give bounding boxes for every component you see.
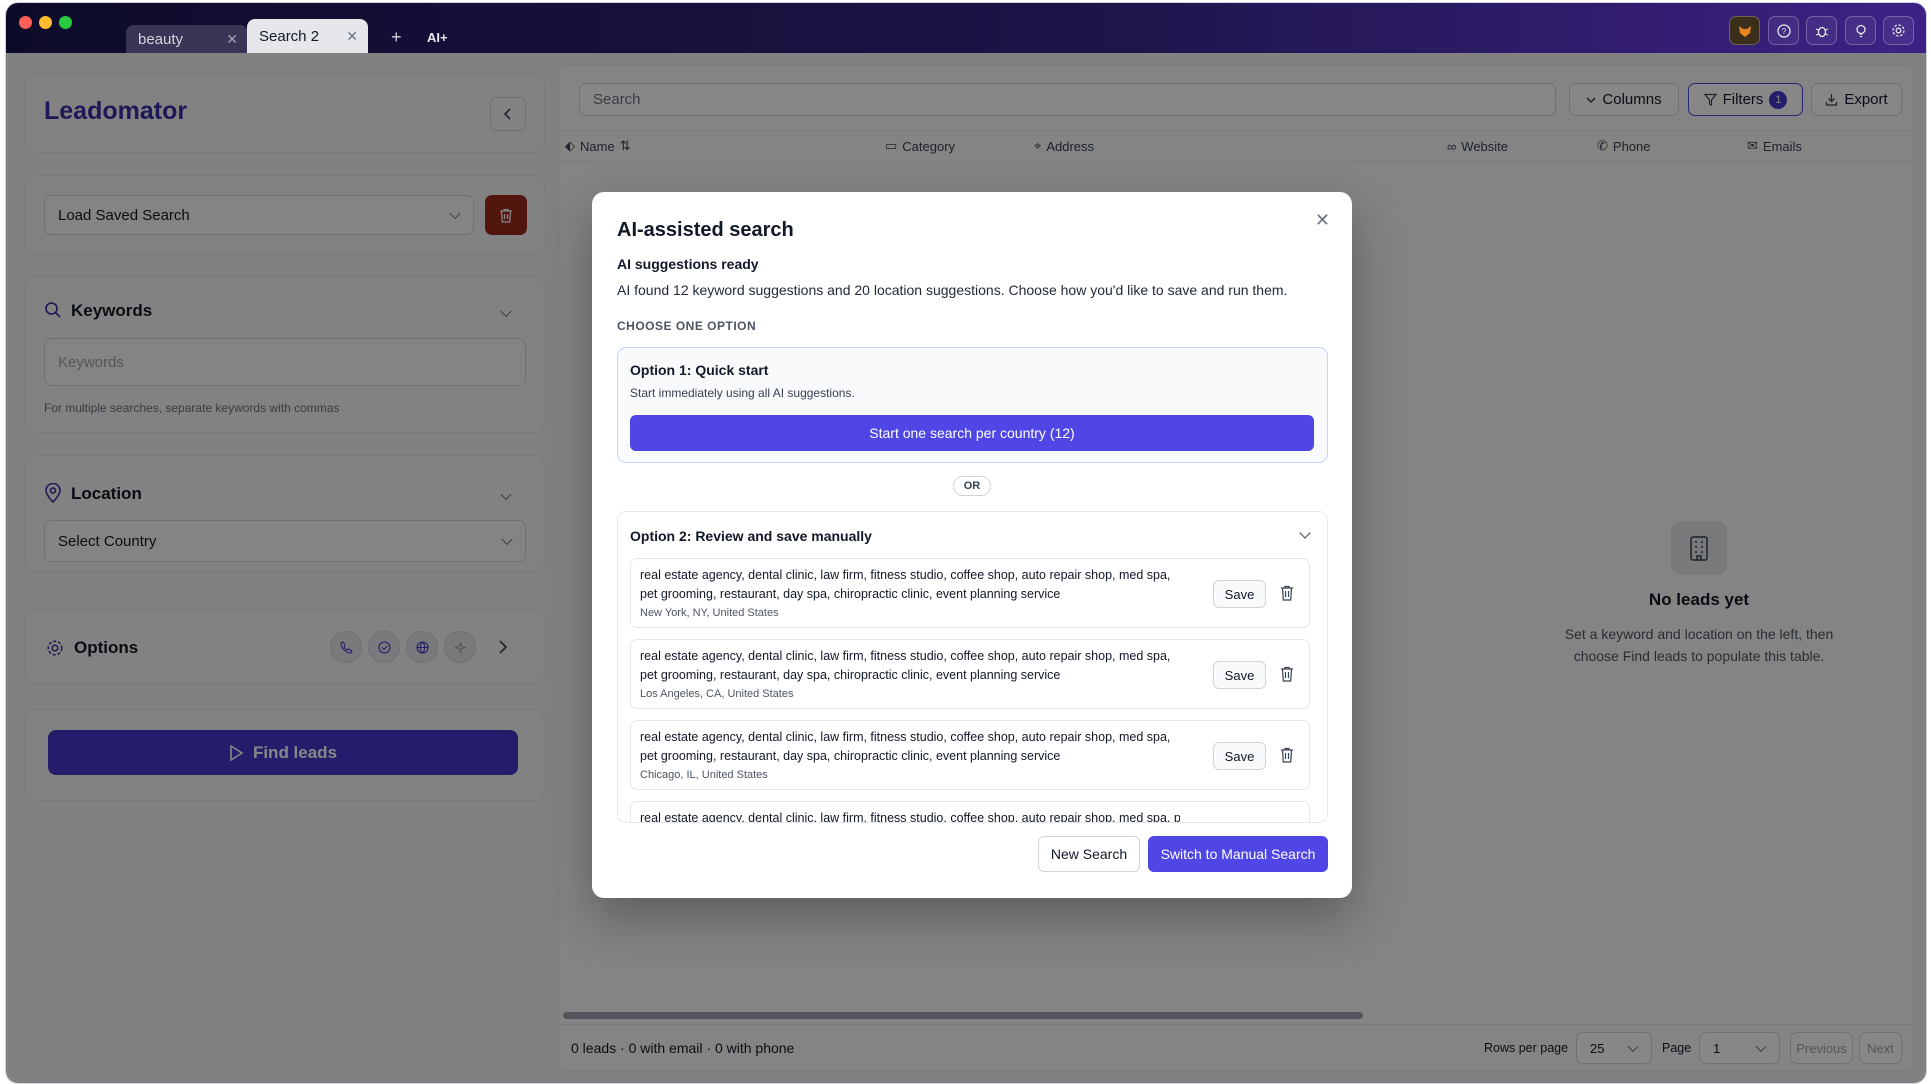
suggestion-item: real estate agency, dental clinic, law f… (630, 639, 1310, 709)
suggestion-keywords: real estate agency, dental clinic, law f… (640, 811, 1180, 823)
close-icon[interactable]: ✕ (1315, 210, 1330, 231)
trash-icon[interactable] (1280, 666, 1294, 682)
save-suggestion-button[interactable]: Save (1213, 580, 1266, 608)
tab-label: Search 2 (259, 27, 320, 45)
close-window-button[interactable] (19, 16, 32, 29)
modal-title: AI-assisted search (617, 219, 794, 241)
suggestion-item: real estate agency, dental clinic, law f… (630, 558, 1310, 628)
svg-text:?: ? (1781, 27, 1786, 36)
save-suggestion-button[interactable]: Save (1213, 661, 1266, 689)
ai-plus-button[interactable]: AI+ (427, 30, 448, 45)
suggestion-item: real estate agency, dental clinic, law f… (630, 720, 1310, 790)
bug-icon[interactable] (1806, 16, 1837, 45)
modal-description: AI found 12 keyword suggestions and 20 l… (617, 282, 1288, 298)
or-divider: OR (953, 476, 991, 496)
title-bar: beauty ✕ Search 2 ✕ + AI+ ? (6, 3, 1926, 53)
new-tab-icon[interactable]: + (391, 27, 402, 48)
suggestion-location: Chicago, IL, United States (640, 769, 768, 781)
option1-subtitle: Start immediately using all AI suggestio… (630, 386, 855, 400)
trash-icon[interactable] (1280, 747, 1294, 763)
switch-to-manual-search-button[interactable]: Switch to Manual Search (1148, 836, 1328, 872)
modal-subtitle: AI suggestions ready (617, 256, 759, 272)
minimize-window-button[interactable] (39, 16, 52, 29)
chevron-down-icon[interactable] (1299, 527, 1311, 539)
choose-option-label: CHOOSE ONE OPTION (617, 319, 757, 333)
suggestion-keywords: real estate agency, dental clinic, law f… (640, 568, 1171, 601)
settings-icon[interactable] (1883, 16, 1914, 45)
tab-beauty[interactable]: beauty ✕ (126, 25, 248, 53)
option2-title: Option 2: Review and save manually (630, 528, 872, 544)
app-window: beauty ✕ Search 2 ✕ + AI+ ? Leadomator L… (6, 3, 1926, 1083)
option-review-manually: Option 2: Review and save manually real … (617, 511, 1328, 823)
ai-search-modal: ✕ AI-assisted search AI suggestions read… (592, 192, 1352, 898)
suggestion-keywords: real estate agency, dental clinic, law f… (640, 730, 1171, 763)
maximize-window-button[interactable] (59, 16, 72, 29)
new-search-button[interactable]: New Search (1038, 836, 1140, 872)
fox-icon[interactable] (1729, 16, 1760, 45)
lightbulb-icon[interactable] (1845, 16, 1876, 45)
trash-icon[interactable] (1280, 585, 1294, 601)
help-icon[interactable]: ? (1768, 16, 1799, 45)
close-tab-icon[interactable]: ✕ (346, 28, 358, 45)
start-search-per-country-button[interactable]: Start one search per country (12) (630, 415, 1314, 451)
tab-label: beauty (138, 30, 184, 48)
tab-search-2[interactable]: Search 2 ✕ (247, 19, 368, 53)
option1-title: Option 1: Quick start (630, 362, 769, 378)
save-suggestion-button[interactable]: Save (1213, 742, 1266, 770)
suggestion-location: New York, NY, United States (640, 607, 779, 619)
suggestion-keywords: real estate agency, dental clinic, law f… (640, 649, 1171, 682)
suggestion-location: Los Angeles, CA, United States (640, 688, 794, 700)
suggestion-item: real estate agency, dental clinic, law f… (630, 801, 1310, 823)
close-tab-icon[interactable]: ✕ (226, 31, 238, 48)
option-quick-start: Option 1: Quick start Start immediately … (617, 347, 1328, 463)
